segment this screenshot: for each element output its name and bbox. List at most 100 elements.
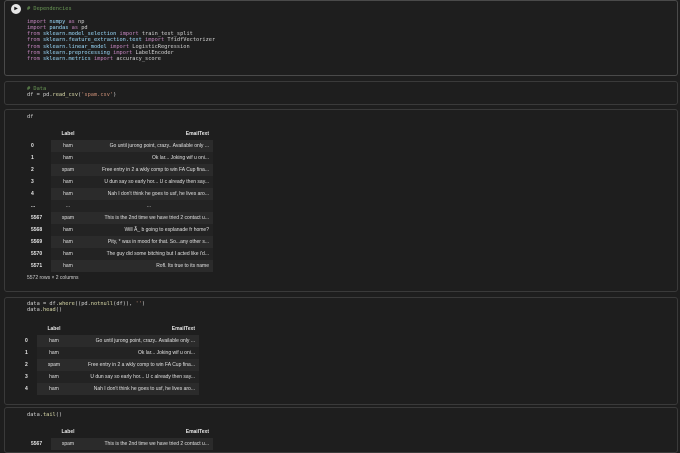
cell-label: ham <box>63 155 73 161</box>
code-token: () <box>55 412 63 418</box>
code-line: from sklearn.metrics import accuracy_sco… <box>27 56 671 62</box>
row-index: 5571 <box>27 260 51 272</box>
cell-label: ham <box>63 143 73 149</box>
table-header-row: Label EmailText <box>21 323 199 335</box>
table-row: 1 ham Ok lar... Joking wif u oni... <box>21 347 199 359</box>
code-cell-head[interactable]: data = df.where((pd.notnull(df)), '') da… <box>4 297 678 405</box>
table-header-row: Label EmailText <box>27 128 213 140</box>
code-token: data = df. <box>27 301 59 307</box>
code-token: train_test_split <box>138 31 193 38</box>
output-tail: Label EmailText 5567 spam This is the 2nd ti… <box>27 426 671 450</box>
code-token: ) <box>113 92 117 99</box>
code-keyword: from <box>27 31 40 38</box>
code-token: TfidfVectorizer <box>164 37 216 44</box>
table-row: 0 ham Go until jurong point, crazy.. Avail… <box>21 335 199 347</box>
code-keyword: import <box>93 56 114 63</box>
dataframe-tail-table: Label EmailText 5567 spam This is the 2nd ti… <box>27 426 213 450</box>
code-token: np <box>74 18 85 25</box>
cell-emailtext: Go until jurong point, crazy.. Available… <box>109 143 209 149</box>
cell-emailtext: Pity, * was in mood for that. So...any o… <box>107 239 209 245</box>
cell-label: ... <box>65 203 71 209</box>
code-function: head <box>42 307 56 314</box>
cell-label: ham <box>63 179 73 185</box>
code-function: tail <box>42 412 56 418</box>
cell-label: spam <box>61 215 75 221</box>
column-header-label: Label <box>51 426 85 438</box>
code-comment: # Dependencies <box>27 6 72 12</box>
cell-label: spam <box>61 167 75 173</box>
row-index: 0 <box>21 335 37 347</box>
output-head: Label EmailText 0 ham Go until jurong point,… <box>21 323 671 395</box>
code-editor-df[interactable]: df <box>27 114 671 120</box>
dataframe-table: Label EmailText 0 ham Go until jurong point,… <box>27 128 213 272</box>
cell-label: ham <box>63 227 73 233</box>
row-index: 2 <box>21 359 37 371</box>
column-header-label: Label <box>37 323 71 335</box>
code-module: pandas <box>46 24 72 31</box>
cell-emailtext: Free entry in 2 a wkly comp to win FA Cu… <box>88 362 195 368</box>
code-cell-dependencies[interactable]: ▶ # Dependencies import numpy as np impor… <box>4 0 678 76</box>
cell-emailtext: Nah I don't think he goes to usf, he liv… <box>93 386 195 392</box>
cell-label: ham <box>63 251 73 257</box>
run-cell-icon[interactable]: ▶ <box>11 4 21 14</box>
code-editor-dependencies[interactable]: # Dependencies import numpy as np import … <box>27 6 671 63</box>
cell-label: ham <box>49 350 59 356</box>
code-module: sklearn.preprocessing <box>39 50 114 57</box>
table-row: 4 ham Nah I don't think he goes to usf, he… <box>21 383 199 395</box>
code-module: sklearn.model_selection <box>39 31 120 38</box>
cell-label: spam <box>61 441 75 447</box>
code-token: () <box>55 307 63 314</box>
code-module: sklearn.feature_extraction.text <box>39 37 146 44</box>
code-module: sklearn.linear_model <box>39 43 110 50</box>
code-module: sklearn.metrics <box>39 56 94 63</box>
code-cell-tail[interactable]: data.tail() Label EmailText 5567 spam This i… <box>4 407 678 453</box>
row-index: 1 <box>21 347 37 359</box>
table-row: 5567 spam This is the 2nd time we have tri… <box>27 212 213 224</box>
row-index: 3 <box>21 371 37 383</box>
row-index: 0 <box>27 140 51 152</box>
row-index: 2 <box>27 164 51 176</box>
code-token: LogisticRegression <box>129 43 190 50</box>
cell-emailtext: U dun say so early hor... U c already th… <box>90 374 195 380</box>
cell-emailtext: Ok lar... Joking wif u oni... <box>138 350 195 356</box>
index-header <box>27 426 51 438</box>
table-row: 4 ham Nah I don't think he goes to usf, he… <box>27 188 213 200</box>
code-token: ((pd. <box>74 301 91 307</box>
dataframe-shape-caption: 5572 rows × 2 columns <box>27 275 79 281</box>
cell-label: ham <box>49 386 59 392</box>
cell-emailtext: Ok lar... Joking wif u oni... <box>152 155 209 161</box>
code-editor-tail[interactable]: data.tail() <box>27 412 671 418</box>
column-header-emailtext: EmailText <box>71 323 199 335</box>
column-header-label: Label <box>51 128 85 140</box>
code-cell-data-load[interactable]: # Data df = pd.read_csv('spam.csv') <box>4 81 678 105</box>
code-editor-data-load[interactable]: # Data df = pd.read_csv('spam.csv') <box>27 86 671 99</box>
code-editor-head[interactable]: data = df.where((pd.notnull(df)), '') da… <box>27 301 671 314</box>
code-cell-df[interactable]: df Label EmailText 0 ham Go until jurong poi… <box>4 109 678 292</box>
table-row: 2 spam Free entry in 2 a wkly comp to win … <box>21 359 199 371</box>
table-row: 0 ham Go until jurong point, crazy.. Avail… <box>27 140 213 152</box>
code-comment: # Data <box>27 86 47 92</box>
cell-label: ham <box>63 191 73 197</box>
index-header <box>21 323 37 335</box>
code-token: ) <box>141 301 146 307</box>
column-header-emailtext: EmailText <box>85 128 213 140</box>
cell-emailtext: Go until jurong point, crazy.. Available… <box>95 338 195 344</box>
code-keyword: from <box>27 56 40 63</box>
row-index: 5567 <box>27 438 51 450</box>
code-function: where <box>58 301 75 307</box>
code-token: data. <box>27 412 43 418</box>
table-row: 5569 ham Pity, * was in mood for that. So.… <box>27 236 213 248</box>
cell-label: ham <box>49 374 59 380</box>
row-index: 4 <box>21 383 37 395</box>
row-index: 5568 <box>27 224 51 236</box>
row-index: ... <box>27 200 51 212</box>
table-row: 1 ham Ok lar... Joking wif u oni... <box>27 152 213 164</box>
column-header-emailtext: EmailText <box>85 426 213 438</box>
table-row: 3 ham U dun say so early hor... U c alread… <box>21 371 199 383</box>
cell-label: spam <box>47 362 61 368</box>
code-keyword: from <box>27 43 40 50</box>
code-keyword: from <box>27 50 40 57</box>
cell-emailtext: This is the 2nd time we have tried 2 con… <box>104 441 210 447</box>
output-df: Label EmailText 0 ham Go until jurong point,… <box>27 128 671 281</box>
row-index: 5569 <box>27 236 51 248</box>
